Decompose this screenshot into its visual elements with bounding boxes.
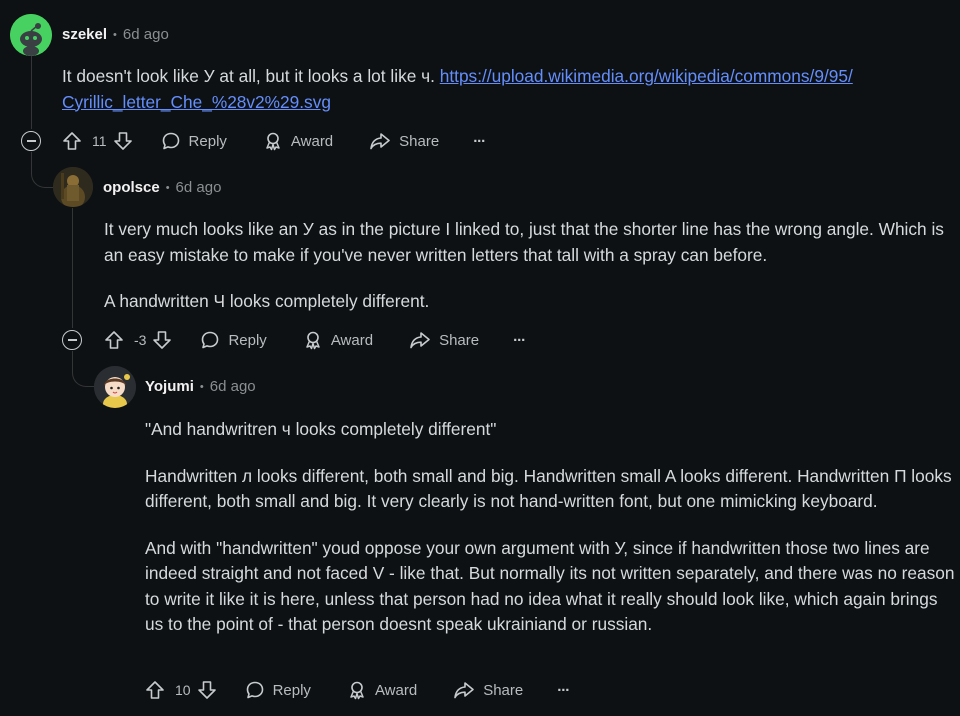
comment-actions: 10 Reply Award Share ··· — [145, 678, 570, 702]
vote-score: 10 — [175, 682, 191, 698]
vote-score: 11 — [92, 133, 107, 149]
more-options-button[interactable]: ··· — [473, 132, 486, 150]
award-icon — [350, 681, 364, 700]
downvote-icon — [113, 132, 132, 150]
upvote-button[interactable] — [104, 330, 124, 350]
more-icon: ··· — [473, 132, 486, 150]
reply-label: Reply — [272, 681, 311, 699]
award-label: Award — [290, 132, 334, 150]
timestamp[interactable]: 6d ago — [123, 26, 169, 43]
downvote-button[interactable] — [197, 680, 217, 700]
share-button[interactable]: Share — [369, 131, 439, 151]
thread-line-1 — [31, 56, 32, 129]
avatar-yojumi[interactable] — [94, 366, 136, 408]
thread-curve-1 — [31, 152, 53, 188]
reply-label: Reply — [188, 132, 227, 150]
thread-line-2 — [72, 208, 73, 328]
reply-button[interactable]: Reply — [161, 131, 227, 151]
upvote-icon — [105, 331, 123, 349]
separator-dot: • — [199, 380, 204, 393]
downvote-icon — [153, 331, 172, 349]
more-options-button[interactable]: ··· — [557, 681, 570, 699]
comment-paragraph: A handwritten Ч looks completely differe… — [104, 291, 430, 311]
share-button[interactable]: Share — [453, 680, 523, 700]
separator-dot: • — [165, 181, 170, 194]
more-options-button[interactable]: ··· — [513, 331, 526, 349]
comment-body: It doesn't look like У at all, but it lo… — [62, 64, 942, 115]
upvote-button[interactable] — [145, 680, 165, 700]
reply-icon — [162, 132, 179, 150]
award-icon — [306, 331, 320, 350]
comment-link[interactable]: https://upload.wikimedia.org/wikipedia/c… — [440, 66, 853, 86]
thread-curve-2 — [72, 351, 94, 387]
user-avatar-icon — [53, 167, 93, 207]
more-icon: ··· — [557, 681, 570, 699]
reply-icon — [202, 331, 219, 349]
comment-paragraph: "And handwritren ч looks completely diff… — [145, 419, 497, 439]
share-icon — [454, 682, 474, 699]
more-icon: ··· — [513, 331, 526, 349]
reply-button[interactable]: Reply — [200, 330, 267, 350]
share-icon — [370, 133, 390, 150]
share-label: Share — [439, 331, 480, 349]
comment-body: "And handwritren ч looks completely diff… — [145, 417, 955, 659]
vote-score: -3 — [134, 332, 147, 348]
collapse-button[interactable] — [62, 330, 82, 350]
author-name[interactable]: opolsce — [103, 179, 160, 196]
award-label: Award — [330, 331, 374, 349]
user-avatar-icon — [94, 366, 136, 408]
avatar-szekel[interactable] — [10, 14, 52, 56]
reply-button[interactable]: Reply — [245, 680, 311, 700]
collapse-icon — [67, 339, 77, 341]
comment-text: It doesn't look like У at all, but it lo… — [62, 66, 440, 86]
reply-label: Reply — [228, 331, 267, 349]
downvote-button[interactable] — [113, 131, 133, 151]
collapse-button[interactable] — [21, 131, 41, 151]
downvote-button[interactable] — [152, 330, 172, 350]
upvote-icon — [63, 132, 81, 150]
comment-meta: szekel • 6d ago — [62, 26, 169, 43]
author-name[interactable]: Yojumi — [145, 378, 194, 395]
timestamp[interactable]: 6d ago — [210, 378, 256, 395]
separator-dot: • — [113, 28, 117, 41]
comment-paragraph: It very much looks like an У as in the p… — [104, 219, 944, 265]
author-name[interactable]: szekel — [62, 26, 107, 43]
share-icon — [410, 332, 430, 349]
snoo-avatar-icon — [10, 14, 52, 56]
comment-body: It very much looks like an У as in the p… — [104, 217, 944, 336]
comment-actions: 11 Reply Award Share ··· — [62, 129, 486, 153]
reply-icon — [246, 681, 263, 699]
comment-meta: Yojumi • 6d ago — [145, 378, 256, 395]
award-button[interactable]: Award — [263, 131, 333, 151]
upvote-icon — [146, 681, 164, 699]
downvote-icon — [197, 681, 216, 699]
share-label: Share — [483, 681, 524, 699]
award-button[interactable]: Award — [347, 680, 417, 700]
comment-link-continued[interactable]: Cyrillic_letter_Che_%28v2%29.svg — [62, 92, 331, 112]
timestamp[interactable]: 6d ago — [176, 179, 222, 196]
share-label: Share — [399, 132, 440, 150]
collapse-icon — [26, 140, 36, 142]
comment-meta: opolsce • 6d ago — [103, 179, 221, 196]
comment-actions: -3 Reply Award Share ··· — [104, 328, 526, 352]
avatar-opolsce[interactable] — [53, 167, 93, 207]
upvote-button[interactable] — [62, 131, 82, 151]
award-label: Award — [374, 681, 418, 699]
comment-paragraph: Handwritten л looks different, both smal… — [145, 465, 952, 512]
share-button[interactable]: Share — [409, 330, 479, 350]
comment-paragraph: And with "handwritten" youd oppose your … — [145, 537, 955, 635]
award-button[interactable]: Award — [303, 330, 373, 350]
award-icon — [266, 132, 280, 151]
